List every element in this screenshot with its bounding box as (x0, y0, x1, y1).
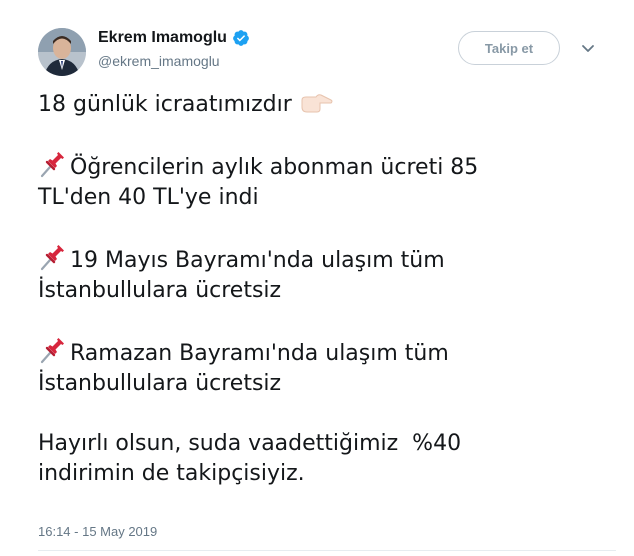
pointing-right-icon (300, 92, 334, 114)
divider (38, 550, 616, 551)
pushpin-icon (38, 150, 66, 178)
chevron-down-icon[interactable] (580, 40, 596, 56)
tweet-timestamp[interactable]: 16:14 - 15 May 2019 (38, 524, 157, 539)
closing-line-2: indirimin de takipçisiyiz. (38, 461, 305, 486)
tweet-paragraph-item-3: Ramazan Bayramı'nda ulaşım tüm İstanbull… (38, 336, 618, 399)
item-1-line-1: Öğrencilerin aylık abonman ücreti 85 (70, 155, 479, 180)
closing-line-1: Hayırlı olsun, suda vaadettiğimiz %40 (38, 431, 462, 456)
tweet-paragraph-intro: 18 günlük icraatımızdır (38, 90, 618, 120)
tweet-paragraph-item-2: 19 Mayıs Bayramı'nda ulaşım tüm İstanbul… (38, 243, 618, 306)
verified-badge-icon (232, 29, 250, 47)
item-1-line-2: TL'den 40 TL'ye indi (38, 185, 259, 210)
item-2-line-1: 19 Mayıs Bayramı'nda ulaşım tüm (70, 248, 445, 273)
pushpin-icon (38, 243, 66, 271)
follow-button[interactable]: Takip et (458, 31, 560, 65)
tweet-paragraph-closing: Hayırlı olsun, suda vaadettiğimiz %40 in… (38, 429, 618, 489)
item-2-line-2: İstanbullulara ücretsiz (38, 278, 282, 303)
item-3-line-2: İstanbullulara ücretsiz (38, 371, 282, 396)
avatar-image (38, 28, 86, 76)
intro-text: 18 günlük icraatımızdır (38, 92, 292, 117)
pushpin-icon (38, 336, 66, 364)
avatar[interactable] (38, 28, 86, 76)
author-handle[interactable]: @ekrem_imamoglu (98, 53, 220, 69)
tweet-paragraph-item-1: Öğrencilerin aylık abonman ücreti 85 TL'… (38, 150, 618, 213)
item-3-line-1: Ramazan Bayramı'nda ulaşım tüm (70, 341, 449, 366)
tweet-text: 18 günlük icraatımızdır Öğrencilerin ayl… (38, 90, 618, 519)
author-name[interactable]: Ekrem Imamoglu (98, 28, 227, 48)
author-name-row[interactable]: Ekrem Imamoglu (98, 28, 250, 48)
tweet-card: Ekrem Imamoglu @ekrem_imamoglu Takip et … (0, 0, 634, 556)
